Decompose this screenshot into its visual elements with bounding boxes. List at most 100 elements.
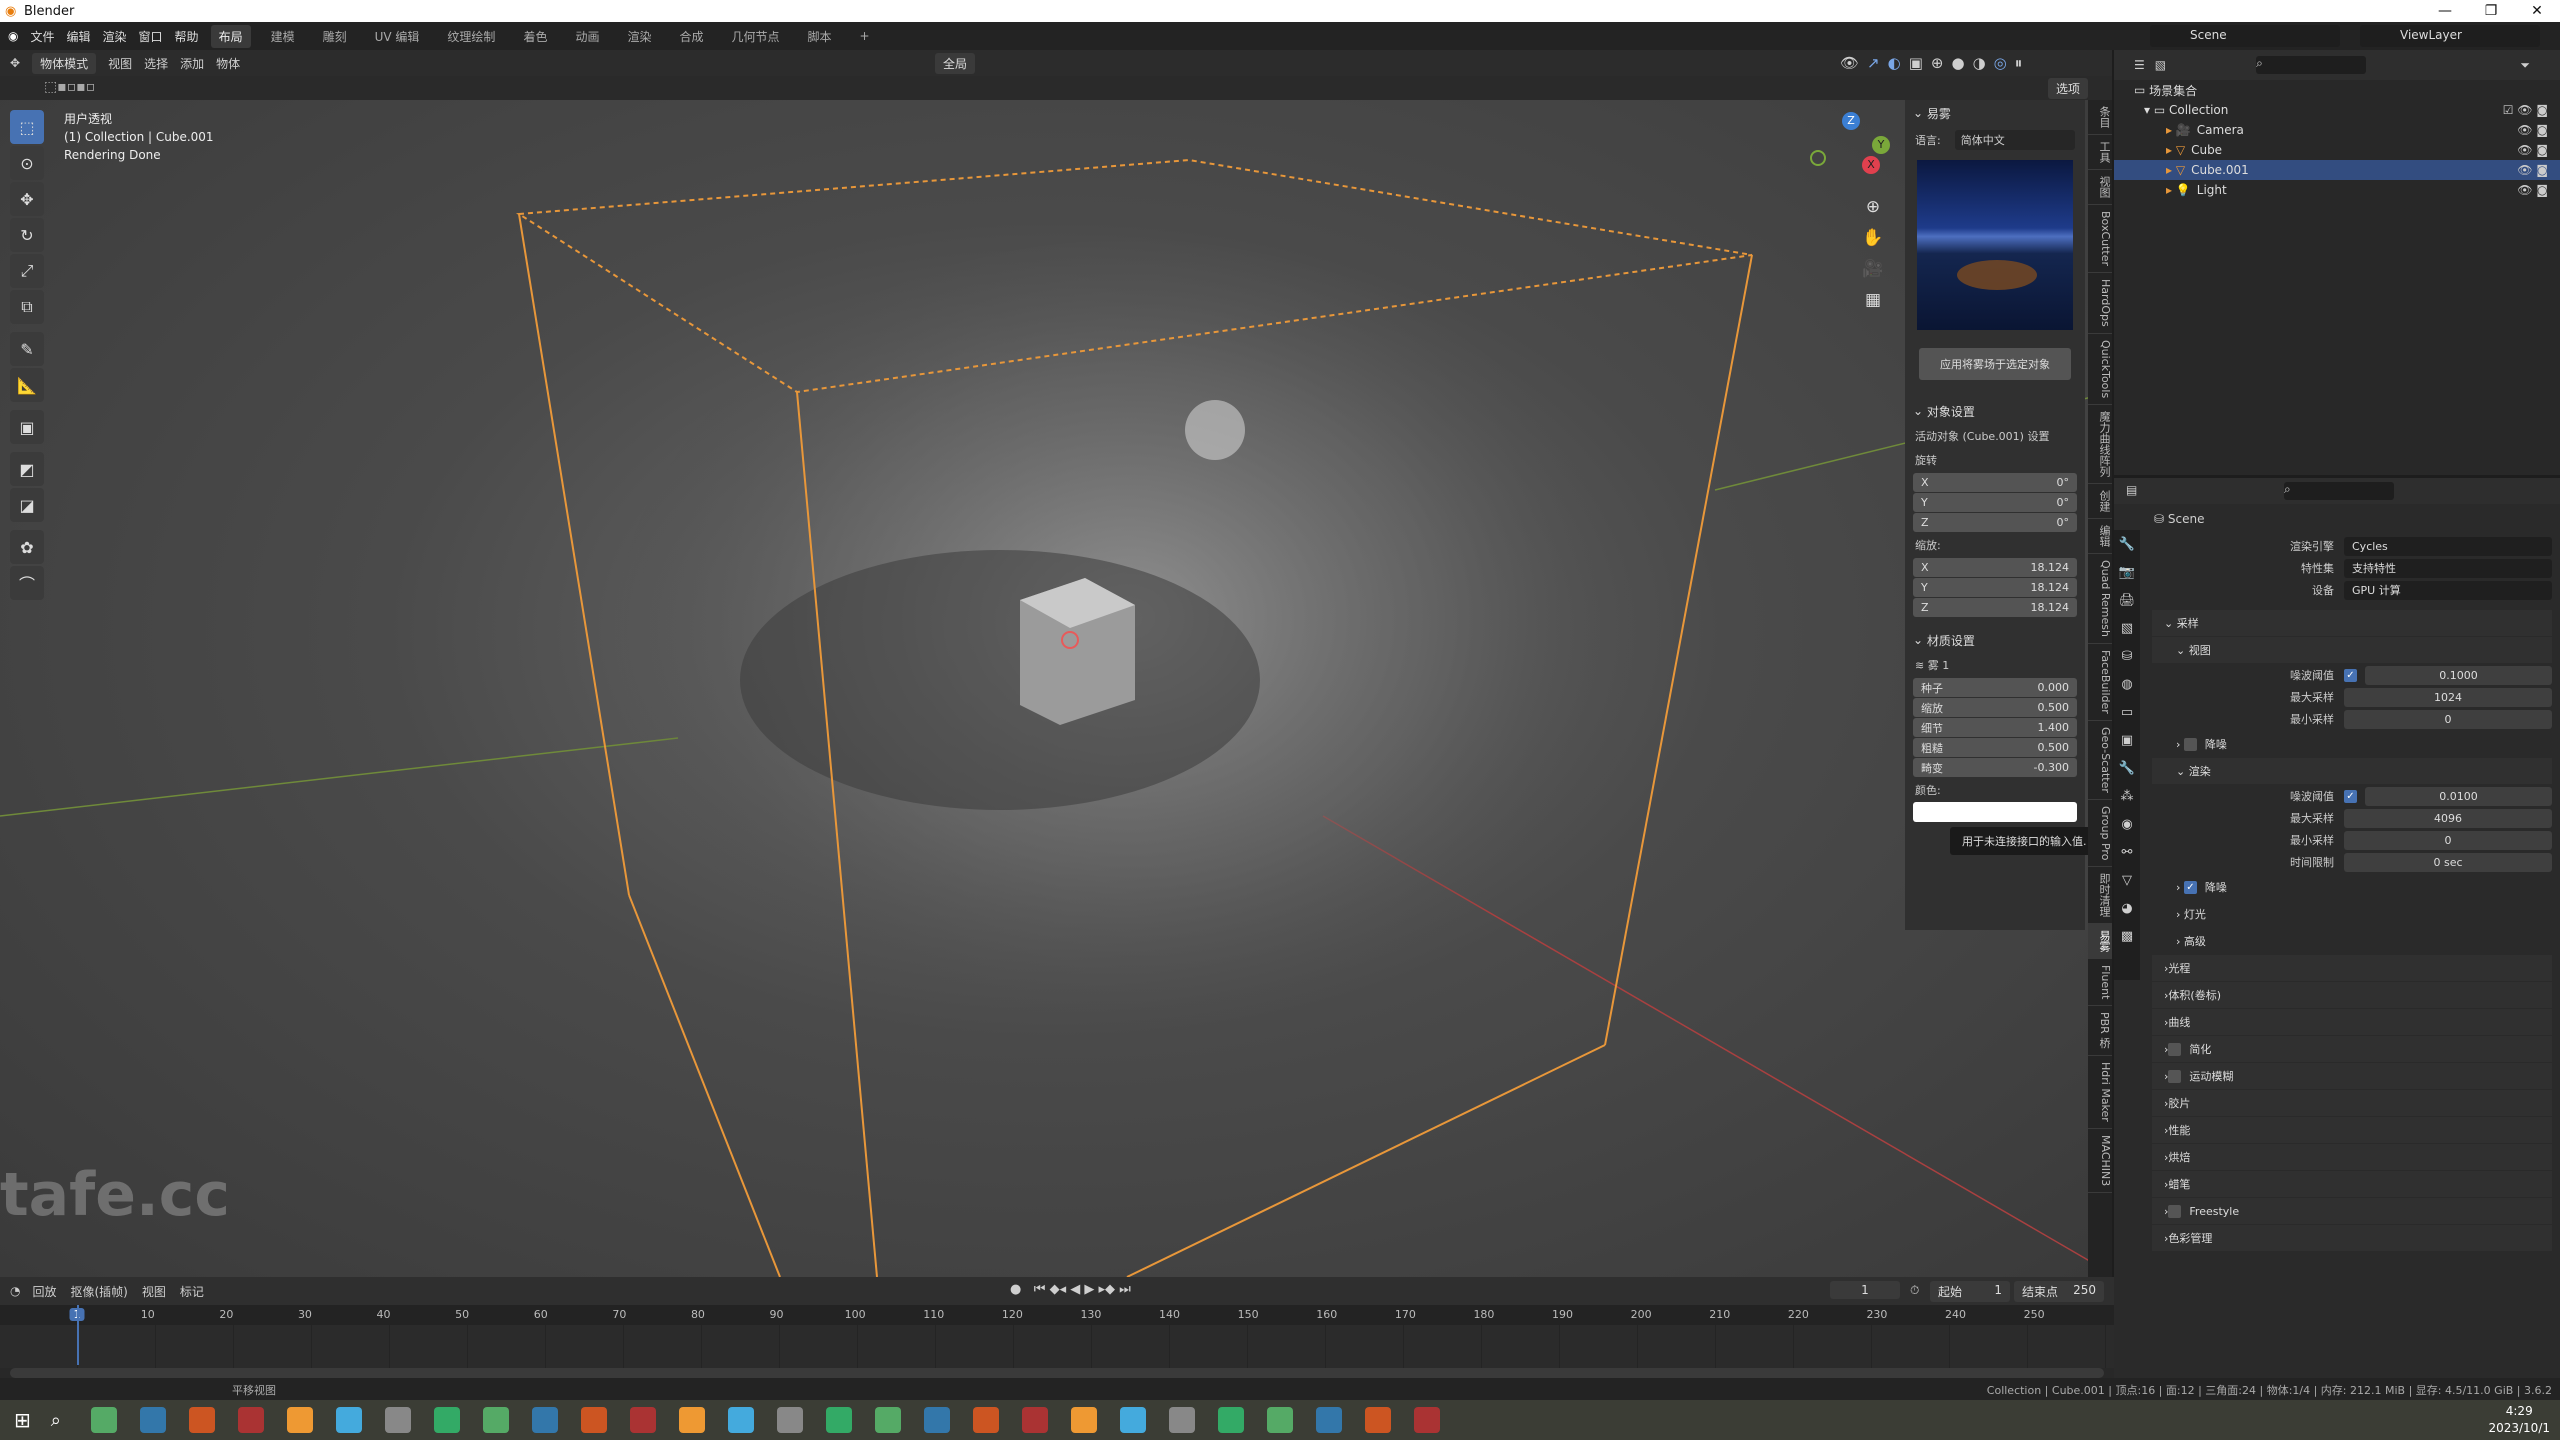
taskbar-app-icon[interactable] bbox=[629, 1407, 656, 1433]
outliner-item[interactable]: ▸ 💡 Light 👁 ◙ bbox=[2114, 180, 2560, 200]
filter-view-icon[interactable]: ▧ bbox=[2155, 58, 2166, 72]
advanced-subpanel-header[interactable]: › 高级 bbox=[2152, 928, 2552, 954]
taskbar-app-icon[interactable] bbox=[531, 1407, 558, 1433]
checkbox[interactable] bbox=[2168, 1042, 2182, 1056]
device-dropdown[interactable]: GPU 计算 bbox=[2344, 580, 2552, 600]
zoom-icon[interactable]: ⊕ bbox=[1860, 192, 1886, 223]
sidebar-tab[interactable]: 魔力曲线阵列 bbox=[2088, 405, 2112, 484]
sidebar-tab[interactable]: MACHIN3 bbox=[2088, 1129, 2112, 1193]
value-field[interactable]: Z 18.124 bbox=[1913, 598, 2077, 617]
panel-header[interactable]: › 体积(卷标) bbox=[2152, 982, 2552, 1008]
render-icon[interactable]: 📷 bbox=[2114, 558, 2140, 586]
sidebar-tab[interactable]: Group Pro bbox=[2088, 800, 2112, 867]
taskbar-app-icon[interactable] bbox=[139, 1407, 166, 1433]
taskbar-app-icon[interactable] bbox=[825, 1407, 852, 1433]
properties-search[interactable]: ⌕ bbox=[2284, 482, 2394, 500]
panel-header[interactable]: › 性能 bbox=[2152, 1117, 2552, 1143]
panel-header[interactable]: ⌄ 易雾 bbox=[1905, 100, 2085, 126]
workspace-tab[interactable]: 雕刻 bbox=[315, 25, 355, 48]
gizmo-x[interactable]: X bbox=[1862, 156, 1880, 174]
visibility-icons[interactable]: 👁 ◙ bbox=[2517, 123, 2548, 137]
checkbox[interactable] bbox=[2168, 1069, 2182, 1083]
tool-icon[interactable]: 🔧 bbox=[2114, 530, 2140, 558]
texture-icon[interactable]: ▩ bbox=[2114, 922, 2140, 950]
tool-icon-10[interactable]: ◪ bbox=[10, 488, 44, 522]
workspace-tab[interactable]: 动画 bbox=[567, 25, 607, 48]
workspace-tab[interactable]: 建模 bbox=[263, 25, 303, 48]
editor-type-icon[interactable]: ▤ bbox=[2126, 483, 2137, 497]
gizmo-z[interactable]: Z bbox=[1842, 112, 1860, 130]
tool-icon-3[interactable]: ↻ bbox=[10, 218, 44, 252]
sidebar-tab[interactable]: 即时清理 bbox=[2088, 867, 2112, 924]
visibility-icons[interactable]: 👁 ◙ bbox=[2517, 163, 2548, 177]
close-button[interactable]: ✕ bbox=[2514, 0, 2560, 22]
minimize-button[interactable]: — bbox=[2422, 0, 2468, 22]
data-icon[interactable]: ▽ bbox=[2114, 866, 2140, 894]
start-frame-field[interactable]: 起始 1 bbox=[1930, 1281, 2010, 1302]
material-icon[interactable]: ◕ bbox=[2114, 894, 2140, 922]
taskbar-app-icon[interactable] bbox=[1413, 1407, 1440, 1433]
panel-header[interactable]: › 胶片 bbox=[2152, 1090, 2552, 1116]
value-field[interactable]: 0.1000 bbox=[2365, 665, 2552, 685]
current-frame-field[interactable]: 1 bbox=[1830, 1281, 1900, 1299]
workspace-tab[interactable]: UV 编辑 bbox=[367, 25, 428, 48]
value-field[interactable]: 0 bbox=[2344, 830, 2552, 850]
panel-header[interactable]: › Freestyle bbox=[2152, 1198, 2552, 1224]
viewport-denoise-header[interactable]: › 降噪 bbox=[2152, 731, 2552, 757]
timeline-scrollbar[interactable] bbox=[10, 1368, 2104, 1378]
sidebar-tab[interactable]: Geo-Scatter bbox=[2088, 721, 2112, 800]
sidebar-tab[interactable]: 工具 bbox=[2088, 135, 2112, 170]
taskbar-app-icon[interactable] bbox=[776, 1407, 803, 1433]
taskbar-app-icon[interactable] bbox=[188, 1407, 215, 1433]
transform-orientation-dropdown[interactable]: 全局 bbox=[935, 52, 976, 74]
display-mode-icon[interactable]: ☰ bbox=[2134, 58, 2145, 72]
pan-hand-icon[interactable]: ✋ bbox=[1860, 223, 1886, 254]
scene-collection-row[interactable]: ▭ 场景集合 bbox=[2114, 80, 2560, 100]
sidebar-tab[interactable]: FaceBuilder bbox=[2088, 644, 2112, 721]
taskbar-app-icon[interactable] bbox=[286, 1407, 313, 1433]
camera-view-icon[interactable]: 🎥 bbox=[1860, 254, 1886, 285]
checkbox[interactable]: ✓ bbox=[2183, 880, 2197, 894]
sidebar-tab[interactable]: 视图 bbox=[2088, 170, 2112, 205]
taskbar-app-icon[interactable] bbox=[335, 1407, 362, 1433]
object-icon[interactable]: ▣ bbox=[2114, 726, 2140, 754]
sidebar-tab[interactable]: PBR 桥 bbox=[2088, 1006, 2112, 1056]
menu-0[interactable]: 文件 bbox=[30, 28, 54, 45]
material-settings-header[interactable]: ⌄ 材质设置 bbox=[1905, 627, 2085, 653]
gizmo-neg-y[interactable] bbox=[1810, 150, 1826, 166]
taskbar-app-icon[interactable] bbox=[384, 1407, 411, 1433]
taskbar-app-icon[interactable] bbox=[972, 1407, 999, 1433]
outliner-item[interactable]: ▸ ▽ Cube.001 👁 ◙ bbox=[2114, 160, 2560, 180]
tool-icon-7[interactable]: 📐 bbox=[10, 368, 44, 402]
sidebar-tab[interactable]: Hdri Maker bbox=[2088, 1056, 2112, 1129]
viewlayer-selector[interactable]: ViewLayer bbox=[2360, 25, 2540, 47]
taskbar-app-icon[interactable] bbox=[1021, 1407, 1048, 1433]
material-shading-icon[interactable]: ◑ bbox=[1973, 54, 1986, 72]
taskbar-app-icon[interactable] bbox=[727, 1407, 754, 1433]
render-subpanel-header[interactable]: ⌄ 渲染 bbox=[2152, 758, 2552, 784]
tool-icon-4[interactable]: ⤢ bbox=[10, 254, 44, 288]
solid-shading-icon[interactable]: ● bbox=[1951, 54, 1964, 72]
viewport-menu-item[interactable]: 物体 bbox=[216, 55, 240, 72]
value-field[interactable]: 细节 1.400 bbox=[1913, 718, 2077, 737]
timeline-menu-item[interactable]: 抠像(插帧) bbox=[71, 1283, 128, 1300]
wireframe-shading-icon[interactable]: ⊕ bbox=[1931, 54, 1944, 72]
search-icon[interactable]: ⌕ bbox=[51, 1410, 61, 1431]
sidebar-tab[interactable]: Quad Remesh bbox=[2088, 554, 2112, 644]
taskbar-app-icon[interactable] bbox=[1070, 1407, 1097, 1433]
outliner-search[interactable]: ⌕ bbox=[2256, 56, 2367, 74]
workspace-tab[interactable]: 合成 bbox=[671, 25, 711, 48]
tool-icon-2[interactable]: ✥ bbox=[10, 182, 44, 216]
value-field[interactable]: X 0° bbox=[1913, 473, 2077, 492]
value-field[interactable]: 0 sec bbox=[2344, 852, 2552, 872]
start-icon[interactable]: ⊞ bbox=[14, 1408, 31, 1432]
selection-mode-icons[interactable]: ⬚▪▫▪▫ bbox=[44, 79, 95, 95]
timeline-menu-item[interactable]: 回放 bbox=[32, 1283, 56, 1300]
value-field[interactable]: 畸变 -0.300 bbox=[1913, 758, 2077, 777]
timeline-track[interactable] bbox=[0, 1305, 2114, 1368]
scene-icon[interactable]: ⛁ bbox=[2114, 642, 2140, 670]
playhead[interactable] bbox=[77, 1305, 79, 1365]
frame-ruler[interactable]: 1102030405060708090100110120130140150160… bbox=[0, 1305, 2114, 1325]
world-icon[interactable]: ◍ bbox=[2114, 670, 2140, 698]
object-settings-header[interactable]: ⌄ 对象设置 bbox=[1905, 398, 2085, 424]
